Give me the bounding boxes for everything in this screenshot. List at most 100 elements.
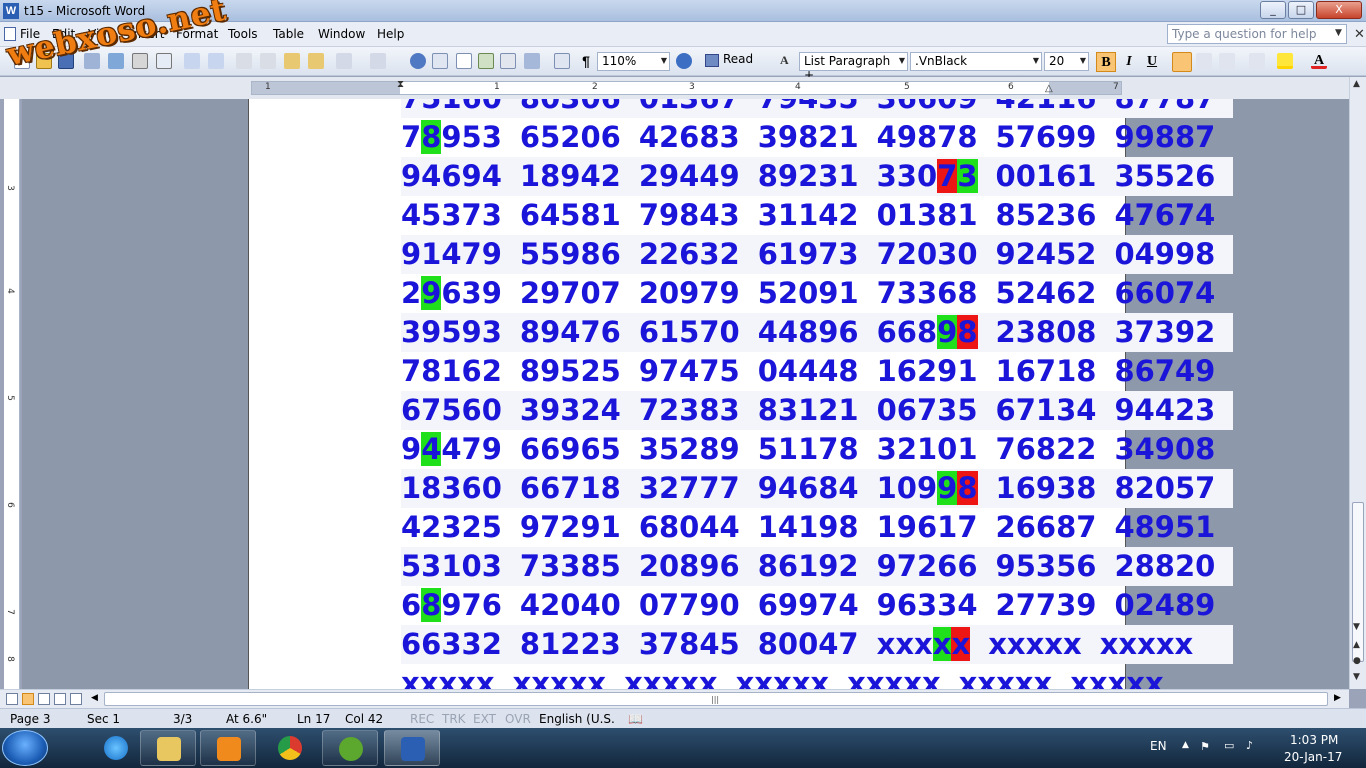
number-group[interactable]: 29639 <box>401 274 502 313</box>
number-group[interactable]: 32101 <box>877 430 978 469</box>
scroll-left-icon[interactable]: ◀ <box>91 693 98 703</box>
number-group[interactable]: 42325 <box>401 508 502 547</box>
number-group[interactable]: 79435 <box>758 99 859 118</box>
number-group[interactable]: 66965 <box>520 430 621 469</box>
previous-page-icon[interactable]: ▲ <box>1353 640 1360 650</box>
number-row[interactable]: 94479 66965 35289 51178 32101 76822 34908 <box>401 430 1233 469</box>
number-row[interactable]: 53103 73385 20896 86192 97266 95356 28820 <box>401 547 1234 586</box>
number-group[interactable]: 42683 <box>639 118 740 157</box>
spelling-status-icon[interactable]: 📖 <box>628 712 643 726</box>
number-group[interactable]: xxxxx <box>1100 625 1194 664</box>
number-group[interactable]: 97475 <box>639 352 740 391</box>
outline-view-icon[interactable] <box>54 693 66 705</box>
status-ovr[interactable]: OVR <box>505 712 531 726</box>
network-icon[interactable]: ▭ <box>1224 739 1234 752</box>
next-page-icon[interactable]: ▼ <box>1353 672 1360 682</box>
paste-icon[interactable] <box>284 53 300 69</box>
number-group[interactable]: 45373 <box>401 196 502 235</box>
number-group[interactable]: xxxxx <box>959 664 1053 689</box>
columns-icon[interactable] <box>500 53 516 69</box>
scroll-down-icon[interactable]: ▼ <box>1353 622 1360 632</box>
number-group[interactable]: 87787 <box>1114 99 1215 118</box>
number-group[interactable]: 10998 <box>877 469 978 508</box>
status-rec[interactable]: REC <box>410 712 434 726</box>
font-size-select[interactable]: 20 ▼ <box>1044 52 1089 71</box>
print-layout-view-icon[interactable] <box>22 693 34 705</box>
underline-button[interactable]: U <box>1142 52 1162 72</box>
number-group[interactable]: 96334 <box>877 586 978 625</box>
number-group[interactable]: 04448 <box>758 352 859 391</box>
number-group[interactable]: 01367 <box>639 99 740 118</box>
undo-icon[interactable] <box>336 53 352 69</box>
number-row[interactable]: 39593 89476 61570 44896 66898 23808 37392 <box>401 313 1234 352</box>
number-row[interactable]: 66332 81223 37845 80047 xxxxx xxxxx xxxxx <box>401 625 1234 664</box>
number-group[interactable]: 00161 <box>996 157 1097 196</box>
help-search-input[interactable]: Type a question for help <box>1167 24 1347 44</box>
number-row[interactable]: 42325 97291 68044 14198 19617 26687 48951 <box>401 508 1233 547</box>
number-group[interactable]: 39324 <box>520 391 621 430</box>
menu-help[interactable]: Help <box>377 27 404 41</box>
number-row[interactable]: 67560 39324 72383 83121 06735 67134 94423 <box>401 391 1234 430</box>
vertical-scrollbar[interactable]: ▲ ▼ ▲ ● ▼ <box>1349 77 1366 689</box>
number-group[interactable]: 89476 <box>520 313 621 352</box>
font-select[interactable]: .VnBlack ▼ <box>910 52 1042 71</box>
show-hidden-icons-icon[interactable]: ▲ <box>1182 740 1189 750</box>
style-select[interactable]: List Paragraph + ▼ <box>799 52 908 82</box>
number-row[interactable]: 45373 64581 79843 31142 01381 85236 47674 <box>401 196 1233 235</box>
read-button[interactable]: Read <box>705 52 753 71</box>
zoom-select[interactable]: 110% ▼ <box>597 52 670 71</box>
number-group[interactable]: 52462 <box>996 274 1097 313</box>
scroll-up-icon[interactable]: ▲ <box>1353 79 1360 89</box>
taskbar-coccoc[interactable] <box>322 730 378 766</box>
number-group[interactable]: 72383 <box>639 391 740 430</box>
number-group[interactable]: 97291 <box>520 508 621 547</box>
styles-formatting-icon[interactable]: A <box>780 53 796 69</box>
number-group[interactable]: 55986 <box>520 235 621 274</box>
number-group[interactable]: 44896 <box>758 313 859 352</box>
number-group[interactable]: xxxxx <box>513 664 607 689</box>
number-group[interactable]: 18360 <box>401 469 502 508</box>
print-preview-icon[interactable] <box>156 53 172 69</box>
number-group[interactable]: 34908 <box>1114 430 1215 469</box>
scroll-thumb[interactable] <box>1352 502 1364 662</box>
number-group[interactable]: 53103 <box>401 547 502 586</box>
number-group[interactable]: 94423 <box>1114 391 1215 430</box>
number-group[interactable]: 51178 <box>758 430 859 469</box>
number-group[interactable]: 35289 <box>639 430 740 469</box>
number-group[interactable]: 06735 <box>877 391 978 430</box>
align-left-icon[interactable] <box>1172 52 1192 72</box>
number-row[interactable]: 75160 80306 01367 79435 36609 42116 87787 <box>401 99 1234 118</box>
copy-icon[interactable] <box>260 53 276 69</box>
number-group[interactable]: 91479 <box>401 235 502 274</box>
help-icon[interactable] <box>676 53 692 69</box>
number-group[interactable]: 69974 <box>758 586 859 625</box>
number-group[interactable]: 57699 <box>996 118 1097 157</box>
number-group[interactable]: 22632 <box>639 235 740 274</box>
number-group[interactable]: 36609 <box>877 99 978 118</box>
number-group[interactable]: 94479 <box>401 430 502 469</box>
status-ext[interactable]: EXT <box>473 712 496 726</box>
number-group[interactable]: xxxxx <box>401 664 495 689</box>
number-group[interactable]: 73385 <box>520 547 621 586</box>
number-group[interactable]: 52091 <box>758 274 859 313</box>
number-group[interactable]: 80306 <box>520 99 621 118</box>
number-group[interactable]: 94684 <box>758 469 859 508</box>
number-group[interactable]: 32777 <box>639 469 740 508</box>
number-group[interactable]: 67134 <box>996 391 1097 430</box>
number-group[interactable]: 20979 <box>639 274 740 313</box>
number-row[interactable]: 18360 66718 32777 94684 10998 16938 82057 <box>401 469 1234 508</box>
number-group[interactable]: 42040 <box>520 586 621 625</box>
number-group[interactable]: 79843 <box>639 196 740 235</box>
number-group[interactable]: 27739 <box>996 586 1097 625</box>
hscroll-grip-icon[interactable]: ||| <box>711 695 719 704</box>
number-group[interactable]: 68044 <box>639 508 740 547</box>
number-group[interactable]: xxxxx <box>877 625 971 664</box>
number-group[interactable]: 97266 <box>877 547 978 586</box>
number-group[interactable]: 39593 <box>401 313 502 352</box>
horizontal-ruler[interactable]: 1 1 2 3 4 5 6 7 ⧗ △ <box>251 79 1122 95</box>
number-group[interactable]: 94694 <box>401 157 502 196</box>
number-group[interactable]: 66332 <box>401 625 502 664</box>
web-layout-view-icon[interactable] <box>38 693 50 705</box>
right-indent-marker-icon[interactable]: △ <box>1045 83 1053 94</box>
number-group[interactable]: xxxxx <box>988 625 1082 664</box>
